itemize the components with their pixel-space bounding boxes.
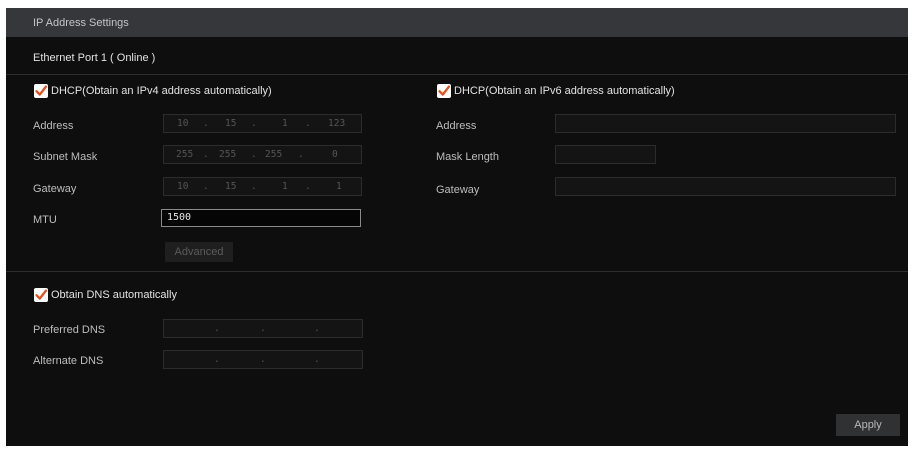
mask-length-field[interactable] — [555, 145, 656, 164]
checkmark-icon — [438, 85, 451, 96]
page-title: IP Address Settings — [33, 17, 129, 29]
ethernet-port-label: Ethernet Port 1 ( Online ) — [33, 52, 156, 64]
divider — [6, 271, 908, 272]
mtu-input[interactable]: 1500 — [161, 209, 361, 227]
ip-settings-panel: IP Address Settings Ethernet Port 1 ( On… — [6, 8, 908, 446]
apply-button[interactable]: Apply — [836, 414, 900, 436]
preferred-dns-field[interactable]: . . . — [163, 319, 363, 338]
divider — [6, 74, 908, 75]
advanced-button[interactable]: Advanced — [165, 242, 233, 262]
ipv6-gateway-field[interactable] — [555, 177, 896, 196]
ipv4-dhcp-label[interactable]: DHCP(Obtain an IPv4 address automaticall… — [51, 85, 272, 97]
checkmark-icon — [35, 85, 48, 96]
dns-auto-label[interactable]: Obtain DNS automatically — [51, 289, 177, 301]
ipv6-address-field[interactable] — [555, 114, 896, 133]
ipv6-dhcp-label[interactable]: DHCP(Obtain an IPv6 address automaticall… — [454, 85, 675, 97]
ipv4-gateway-label: Gateway — [33, 183, 77, 195]
ipv6-address-label: Address — [436, 120, 477, 132]
mask-length-label: Mask Length — [436, 151, 499, 163]
title-bar: IP Address Settings — [6, 8, 908, 37]
ipv6-dhcp-checkbox[interactable] — [437, 84, 451, 98]
ipv4-gateway-field[interactable]: 10 . 15 . 1 . 1 — [163, 177, 362, 196]
mtu-label: MTU — [33, 214, 57, 226]
alternate-dns-field[interactable]: . . . — [163, 350, 363, 369]
subnet-mask-field[interactable]: 255 . 255 . 255 . 0 — [163, 145, 362, 164]
ipv4-dhcp-checkbox[interactable] — [34, 84, 48, 98]
dns-auto-checkbox[interactable] — [34, 288, 48, 302]
ipv6-gateway-label: Gateway — [436, 184, 480, 196]
ipv4-address-field[interactable]: 10 . 15 . 1 . 123 — [163, 114, 362, 133]
ipv4-address-label: Address — [33, 120, 74, 132]
alternate-dns-label: Alternate DNS — [33, 355, 104, 367]
preferred-dns-label: Preferred DNS — [33, 324, 106, 336]
subnet-mask-label: Subnet Mask — [33, 151, 98, 163]
checkmark-icon — [35, 289, 48, 300]
